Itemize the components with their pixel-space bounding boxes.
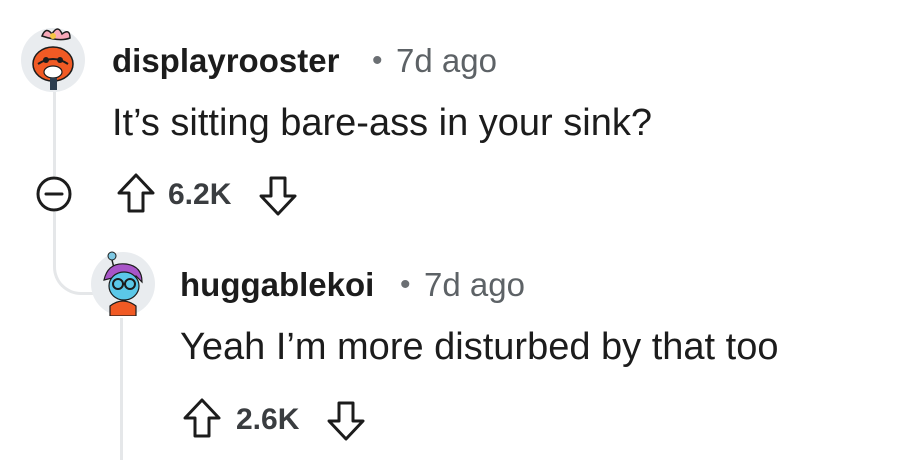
vote-score: 2.6K <box>236 403 300 436</box>
upvote-arrow-icon <box>117 173 155 213</box>
downvote-arrow-icon <box>259 176 297 216</box>
comment-body: It’s sitting bare-ass in your sink? <box>112 102 652 144</box>
comment-username[interactable]: huggablekoi <box>180 266 374 304</box>
avatar[interactable] <box>20 26 86 92</box>
comment-timestamp[interactable]: 7d ago <box>424 266 525 304</box>
vote-score: 6.2K <box>168 178 232 211</box>
upvote-button[interactable] <box>114 171 158 215</box>
collapse-button[interactable] <box>32 172 76 216</box>
upvote-button[interactable] <box>180 396 224 440</box>
comment-username[interactable]: displayrooster <box>112 42 339 80</box>
upvote-arrow-icon <box>183 398 221 438</box>
meta-separator: • <box>372 44 383 77</box>
thread-line-reply <box>120 318 123 460</box>
downvote-button[interactable] <box>256 174 300 218</box>
downvote-arrow-icon <box>327 401 365 441</box>
comment-timestamp[interactable]: 7d ago <box>396 42 497 80</box>
thread-line-parent <box>53 92 56 176</box>
collapse-minus-icon <box>36 176 72 212</box>
downvote-button[interactable] <box>324 399 368 443</box>
koi-avatar-icon <box>91 251 155 317</box>
avatar[interactable] <box>90 250 156 317</box>
meta-separator: • <box>400 268 411 301</box>
rooster-avatar-icon <box>21 28 85 92</box>
comment-body: Yeah I’m more disturbed by that too <box>180 326 779 368</box>
